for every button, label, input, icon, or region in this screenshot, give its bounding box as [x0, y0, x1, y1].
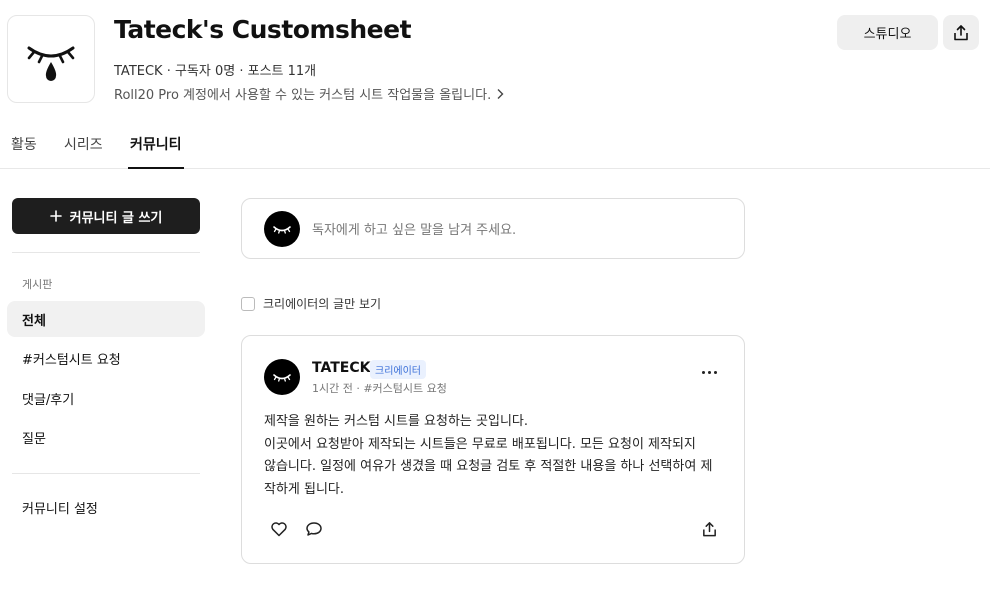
closed-eye-icon [273, 225, 291, 234]
plus-icon [49, 210, 62, 222]
heart-icon [271, 522, 287, 537]
channel-tabs: 활동 시리즈 커뮤니티 [0, 120, 990, 169]
post-body-line: 이곳에서 요청받아 제작되는 시트들은 무료로 배포됩니다. 모든 요청이 제작… [264, 436, 696, 452]
post-body: 제작을 원하는 커스텀 시트를 요청하는 곳입니다. 이곳에서 요청받아 제작되… [264, 411, 734, 501]
community-settings-link[interactable]: 커뮤니티 설정 [7, 489, 205, 525]
post-card: TATECK 크리에이터 1시간 전 · #커스텀시트 요청 제작을 원하는 커… [241, 335, 745, 564]
share-button[interactable] [943, 15, 979, 50]
sidebar-item-comments-reviews[interactable]: 댓글/후기 [7, 380, 205, 416]
creator-only-checkbox[interactable] [241, 296, 255, 311]
more-dot-icon [701, 370, 705, 374]
post-meta: 1시간 전 · #커스텀시트 요청 [312, 382, 447, 395]
share-post-button[interactable] [696, 516, 722, 542]
tab-activity[interactable]: 활동 [11, 134, 37, 154]
post-body-line: 제작을 원하는 커스텀 시트를 요청하는 곳입니다. [264, 414, 528, 429]
share-icon [954, 24, 968, 40]
active-tab-indicator [128, 167, 184, 169]
write-button-label: 커뮤니티 글 쓰기 [69, 210, 163, 226]
creator-only-filter[interactable]: 크리에이터의 글만 보기 [241, 295, 381, 312]
composer-placeholder: 독자에게 하고 싶은 말을 남겨 주세요. [312, 223, 517, 238]
closed-eye-teardrop-icon [27, 46, 75, 81]
share-icon [702, 521, 716, 536]
chevron-right-icon [497, 88, 504, 99]
channel-meta: TATECK · 구독자 0명 · 포스트 11개 [114, 64, 317, 79]
avatar [264, 210, 300, 247]
sidebar-divider [12, 252, 200, 253]
like-button[interactable] [266, 516, 292, 542]
channel-logo [7, 15, 95, 103]
more-dot-icon [713, 370, 717, 374]
tab-community[interactable]: 커뮤니티 [130, 134, 182, 154]
sidebar-item-all[interactable]: 전체 [7, 301, 205, 337]
comment-button[interactable] [301, 516, 327, 542]
more-options-button[interactable] [694, 361, 724, 383]
sidebar-item-questions[interactable]: 질문 [7, 419, 205, 455]
channel-title: Tateck's Customsheet [114, 15, 412, 44]
post-body-line: 작하게 됩니다. [264, 481, 345, 497]
tab-series[interactable]: 시리즈 [64, 134, 103, 154]
post-composer[interactable]: 독자에게 하고 싶은 말을 남겨 주세요. [241, 198, 745, 259]
sidebar-divider [12, 473, 200, 474]
board-heading: 게시판 [22, 278, 53, 291]
more-dot-icon [707, 370, 711, 374]
channel-description-link[interactable]: Roll20 Pro 계정에서 사용할 수 있는 커스텀 시트 작업물을 올립니… [114, 84, 505, 103]
channel-description: Roll20 Pro 계정에서 사용할 수 있는 커스텀 시트 작업물을 올립니… [114, 88, 492, 103]
studio-button[interactable]: 스튜디오 [837, 15, 938, 50]
post-body-line: 않습니다. 일정에 여유가 생겼을 때 요청글 검토 후 적절한 내용을 하나 … [264, 459, 713, 474]
creator-only-label: 크리에이터의 글만 보기 [263, 297, 382, 311]
avatar[interactable] [264, 359, 300, 395]
sidebar-item-custom-sheet-request[interactable]: #커스텀시트 요청 [7, 340, 205, 376]
closed-eye-icon [273, 374, 291, 382]
creator-badge: 크리에이터 [370, 360, 426, 379]
post-author[interactable]: TATECK [312, 360, 370, 376]
write-community-post-button[interactable]: 커뮤니티 글 쓰기 [12, 198, 200, 234]
comment-icon [306, 522, 322, 536]
